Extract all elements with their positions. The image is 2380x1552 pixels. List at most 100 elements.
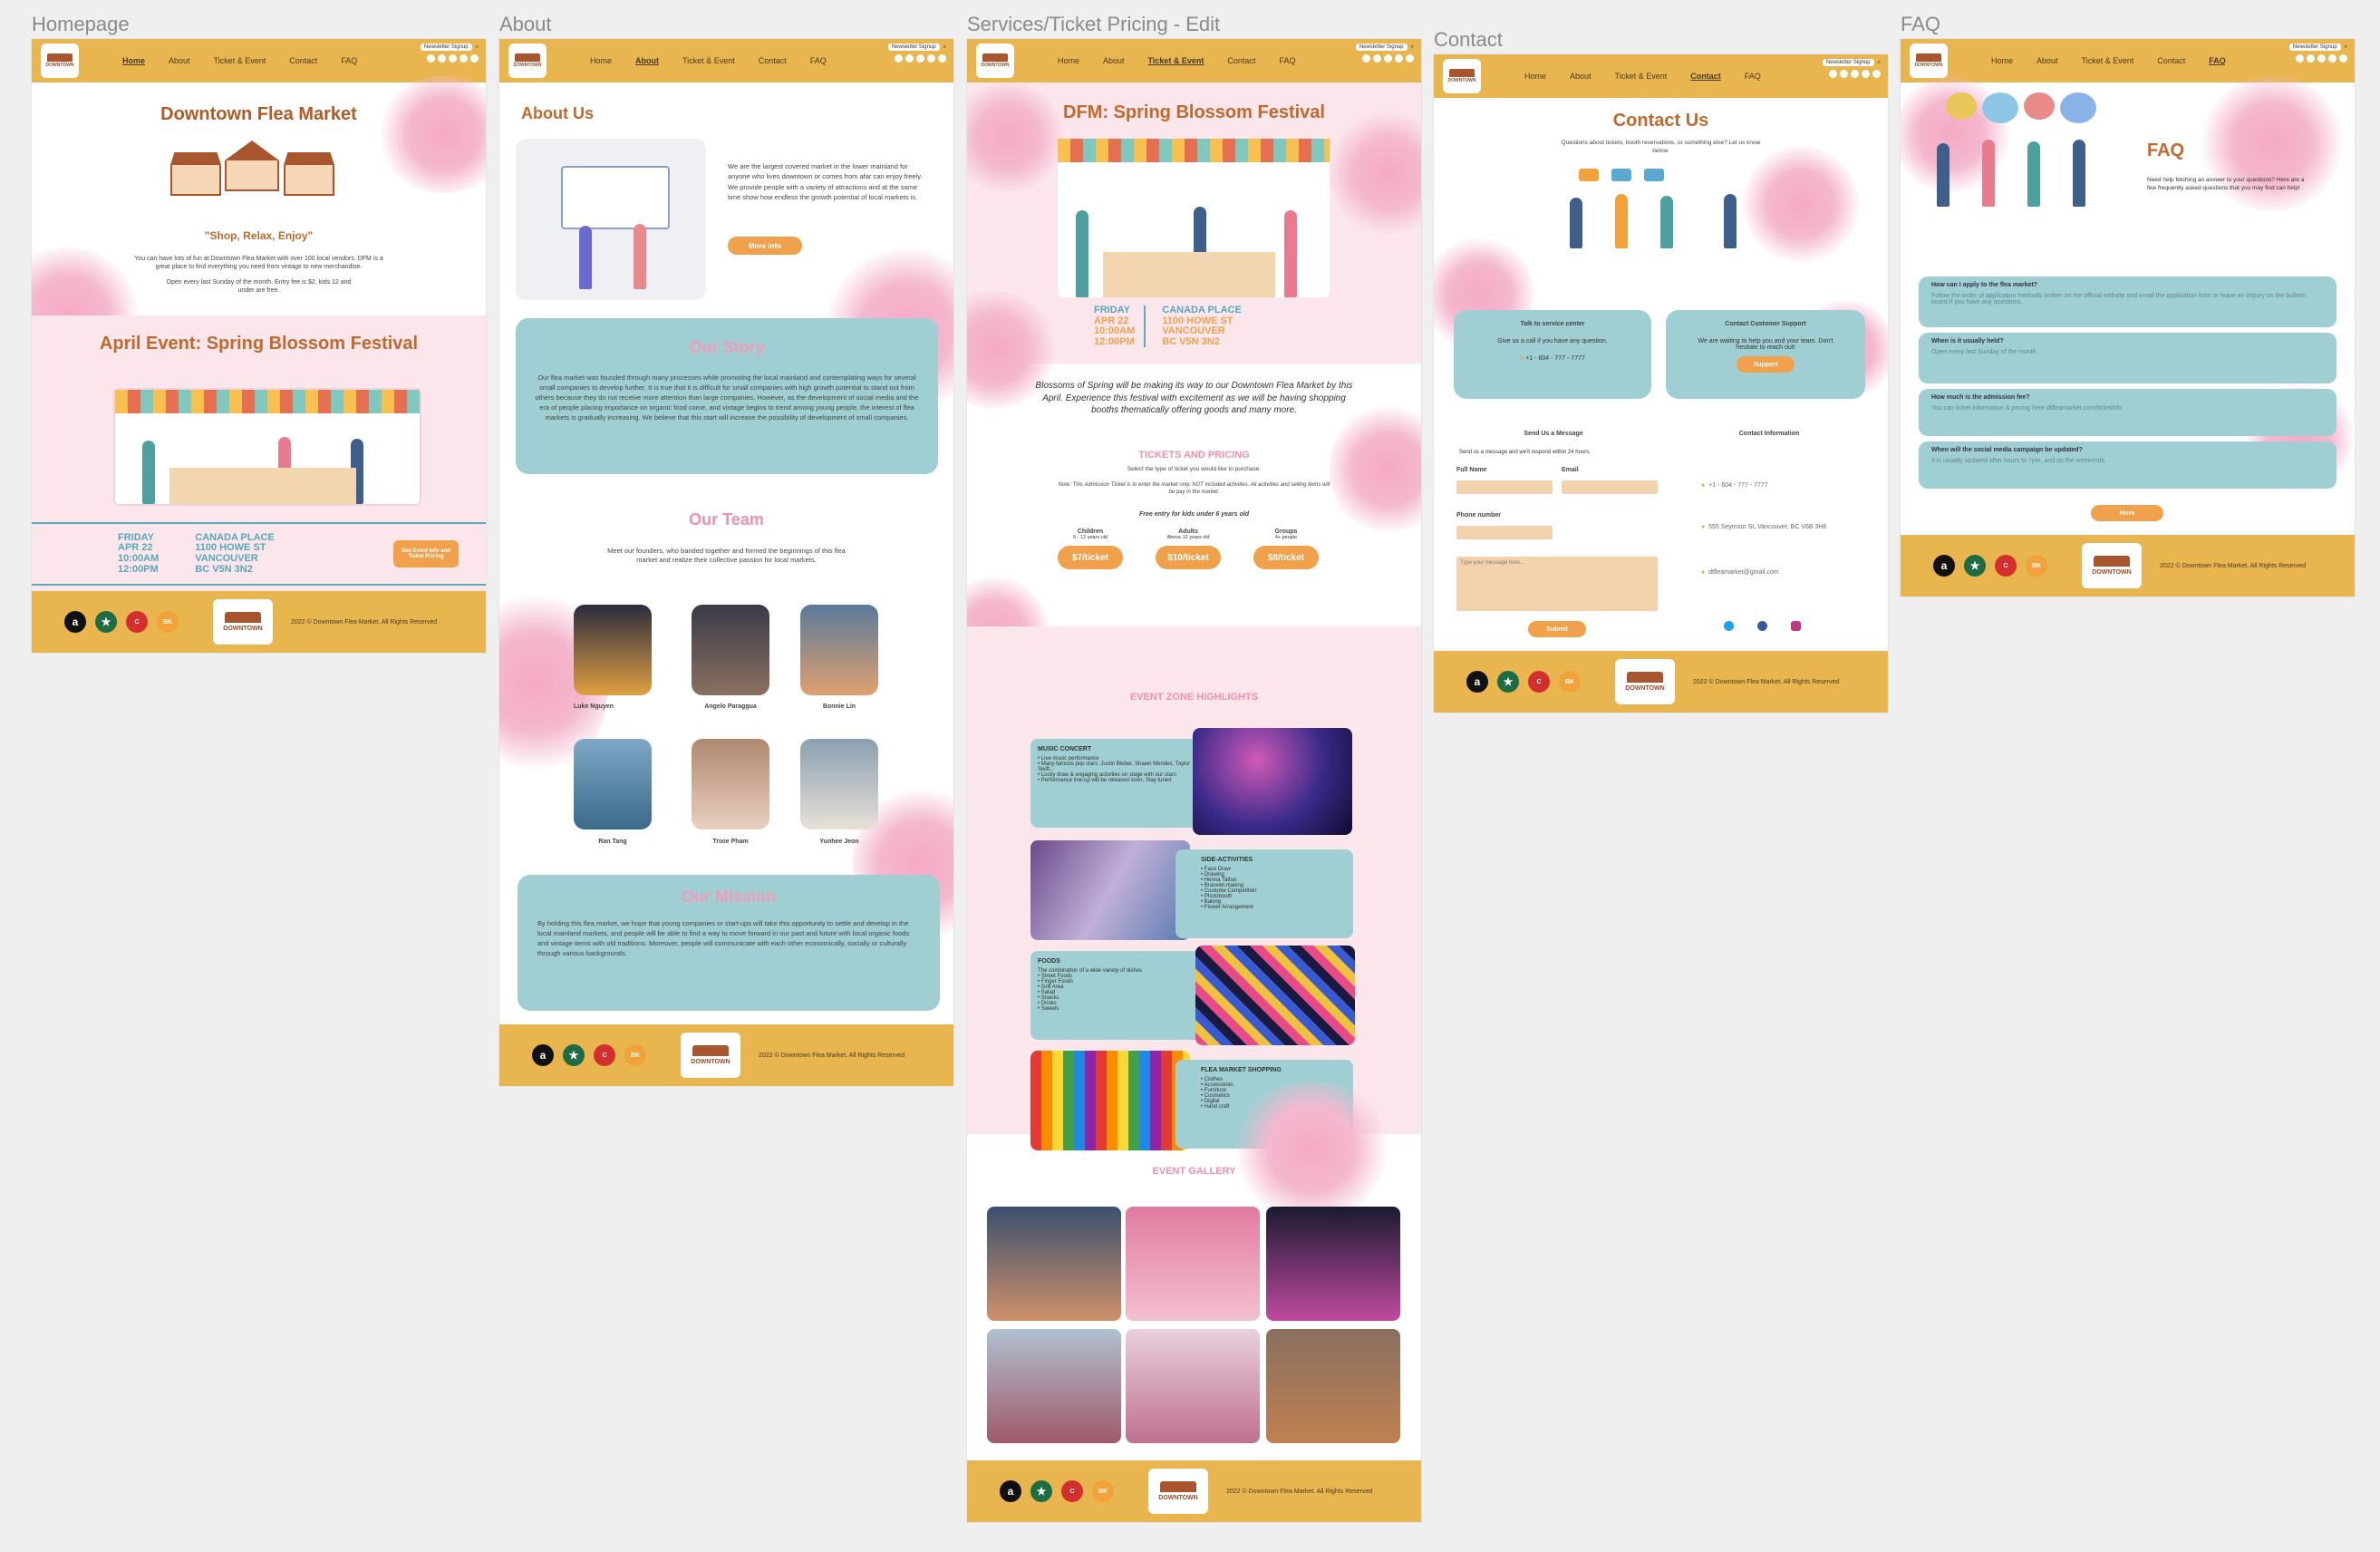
newsletter-button[interactable]: Newsletter Signup <box>1355 44 1408 51</box>
info-phone[interactable]: ● +1 - 604 - 777 - 7777 <box>1701 482 1768 489</box>
logo[interactable]: DOWNTOWN <box>1443 59 1481 93</box>
email-input[interactable] <box>1562 480 1658 494</box>
nav-contact[interactable]: Contact <box>759 56 787 65</box>
event-info-button[interactable]: See Event Info and Ticket Pricing <box>393 540 459 567</box>
nav-ticket[interactable]: Ticket & Event <box>1615 72 1668 81</box>
full-name-input[interactable] <box>1456 480 1553 494</box>
navbar: DOWNTOWN Home About Ticket & Event Conta… <box>1434 54 1888 98</box>
logo[interactable]: DOWNTOWN <box>41 44 79 78</box>
gallery-photo[interactable] <box>1266 1207 1400 1321</box>
gallery-photo[interactable] <box>1126 1329 1260 1443</box>
submit-button[interactable]: Submit <box>1528 621 1586 637</box>
frame-label-about: About <box>499 13 552 35</box>
nav-home[interactable]: Home <box>122 56 145 65</box>
nav-about[interactable]: About <box>1103 56 1125 65</box>
faq-item[interactable]: When will the social media campaign be u… <box>1919 441 2336 489</box>
team-name: Luke Nguyen <box>574 703 614 710</box>
team-name: Angelo Paraggua <box>704 703 757 710</box>
nav-home[interactable]: Home <box>1058 56 1079 65</box>
burgerking-icon: BK <box>1092 1480 1114 1502</box>
footer: a ★ C BK DOWNTOWN 2022 © Downtown Flea M… <box>1901 535 2355 597</box>
nav-faq[interactable]: FAQ <box>2209 56 2226 65</box>
gallery-photo[interactable] <box>987 1329 1121 1443</box>
contact-social <box>1724 621 1801 631</box>
hero-section: DFM: Spring Blossom Festival FRIDAY APR 2… <box>967 82 1421 409</box>
facebook-icon[interactable] <box>1757 621 1767 631</box>
cocacola-icon: C <box>1995 555 2017 577</box>
faq-item[interactable]: How can I apply to the flea market? Follo… <box>1919 276 2336 327</box>
nav-about[interactable]: About <box>1570 72 1592 81</box>
nav-contact[interactable]: Contact <box>289 56 317 65</box>
groups-ticket-button[interactable]: $8/ticket <box>1253 546 1319 569</box>
copyright: 2022 © Downtown Flea Market. All Rights … <box>1693 678 1840 685</box>
gallery-photo[interactable] <box>987 1207 1121 1321</box>
more-button[interactable]: More <box>2091 505 2163 521</box>
gallery-photo[interactable] <box>1266 1329 1400 1443</box>
service-title: Talk to service center <box>1520 321 1585 327</box>
logo[interactable]: DOWNTOWN <box>1910 44 1948 78</box>
search-icon[interactable]: ⌕ <box>2345 44 2347 51</box>
nav-contact[interactable]: Contact <box>2157 56 2185 65</box>
event-details: FRIDAY APR 22 10:00AM 12:00PM CANADA PLACE 1… <box>1094 305 1242 348</box>
search-icon[interactable]: ⌕ <box>1878 60 1881 66</box>
nav-about[interactable]: About <box>635 56 659 65</box>
nav-faq[interactable]: FAQ <box>1745 72 1761 81</box>
newsletter-button[interactable]: Newsletter Signup <box>887 44 940 51</box>
footer-logo[interactable]: DOWNTOWN <box>681 1033 740 1078</box>
more-info-button[interactable]: More info <box>728 237 802 255</box>
social-icons[interactable] <box>1829 70 1881 78</box>
footer-logo[interactable]: DOWNTOWN <box>1615 659 1675 704</box>
search-icon[interactable]: ⌕ <box>476 44 479 51</box>
instagram-icon[interactable] <box>1791 621 1801 631</box>
support-button[interactable]: Support <box>1737 356 1795 373</box>
faq-item[interactable]: When is it usually held? Open every last … <box>1919 333 2336 383</box>
search-icon[interactable]: ⌕ <box>943 44 946 51</box>
nav-faq[interactable]: FAQ <box>810 56 827 65</box>
nav-contact[interactable]: Contact <box>1227 56 1255 65</box>
nav-home[interactable]: Home <box>1991 56 2013 65</box>
team-title: Our Team <box>689 510 764 529</box>
nav-contact[interactable]: Contact <box>1690 72 1721 81</box>
twitter-icon[interactable] <box>1724 621 1734 631</box>
burgerking-icon: BK <box>157 611 179 633</box>
social-icons[interactable] <box>1362 54 1414 63</box>
children-ticket-button[interactable]: $7/ticket <box>1058 546 1123 569</box>
nav-faq[interactable]: FAQ <box>1279 56 1295 65</box>
frame-label-services: Services/Ticket Pricing - Edit <box>967 13 1221 35</box>
nav-ticket[interactable]: Ticket & Event <box>214 56 266 65</box>
nav-home[interactable]: Home <box>1524 72 1546 81</box>
nav-ticket[interactable]: Ticket & Event <box>1148 56 1205 65</box>
newsletter-button[interactable]: Newsletter Signup <box>420 44 472 51</box>
intro-text: You can have lots of fun at Downtown Fle… <box>134 256 383 271</box>
adults-ticket-button[interactable]: $10/ticket <box>1156 546 1221 569</box>
info-email[interactable]: ● dtfleamarket@gmail.com <box>1701 569 1779 576</box>
phone-input[interactable] <box>1456 526 1553 539</box>
nav-home[interactable]: Home <box>590 56 612 65</box>
newsletter-button[interactable]: Newsletter Signup <box>1822 59 1874 66</box>
gallery-title: EVENT GALLERY <box>1152 1166 1236 1177</box>
message-textarea[interactable]: Type your message here... <box>1456 557 1658 611</box>
nav-ticket[interactable]: Ticket & Event <box>2082 56 2134 65</box>
footer-logo[interactable]: DOWNTOWN <box>1148 1469 1208 1514</box>
faq-item[interactable]: How much is the admission fee? You can ti… <box>1919 389 2336 436</box>
social-icons[interactable] <box>2296 54 2347 63</box>
footer: a ★ C BK DOWNTOWN 2022 © Downtown Flea M… <box>32 591 486 653</box>
faq-frame: DOWNTOWN Home About Ticket & Event Conta… <box>1901 39 2355 597</box>
logo[interactable]: DOWNTOWN <box>508 44 547 78</box>
service-phone[interactable]: ● +1 - 604 - 777 - 7777 <box>1454 355 1651 362</box>
nav-about[interactable]: About <box>2037 56 2058 65</box>
nav-ticket[interactable]: Ticket & Event <box>682 56 735 65</box>
nav-about[interactable]: About <box>169 56 190 65</box>
contact-frame: DOWNTOWN Home About Ticket & Event Conta… <box>1434 54 1888 713</box>
nav-faq[interactable]: FAQ <box>341 56 357 65</box>
search-icon[interactable]: ⌕ <box>1411 44 1414 51</box>
footer: a ★ C BK DOWNTOWN 2022 © Downtown Flea M… <box>499 1024 953 1086</box>
social-icons[interactable] <box>895 54 946 63</box>
full-name-label: Full Name <box>1456 467 1487 473</box>
logo[interactable]: DOWNTOWN <box>976 44 1014 78</box>
footer-logo[interactable]: DOWNTOWN <box>213 599 273 645</box>
footer-logo[interactable]: DOWNTOWN <box>2082 543 2142 588</box>
gallery-photo[interactable] <box>1126 1207 1260 1321</box>
social-icons[interactable] <box>427 54 479 63</box>
newsletter-button[interactable]: Newsletter Signup <box>2288 44 2341 51</box>
